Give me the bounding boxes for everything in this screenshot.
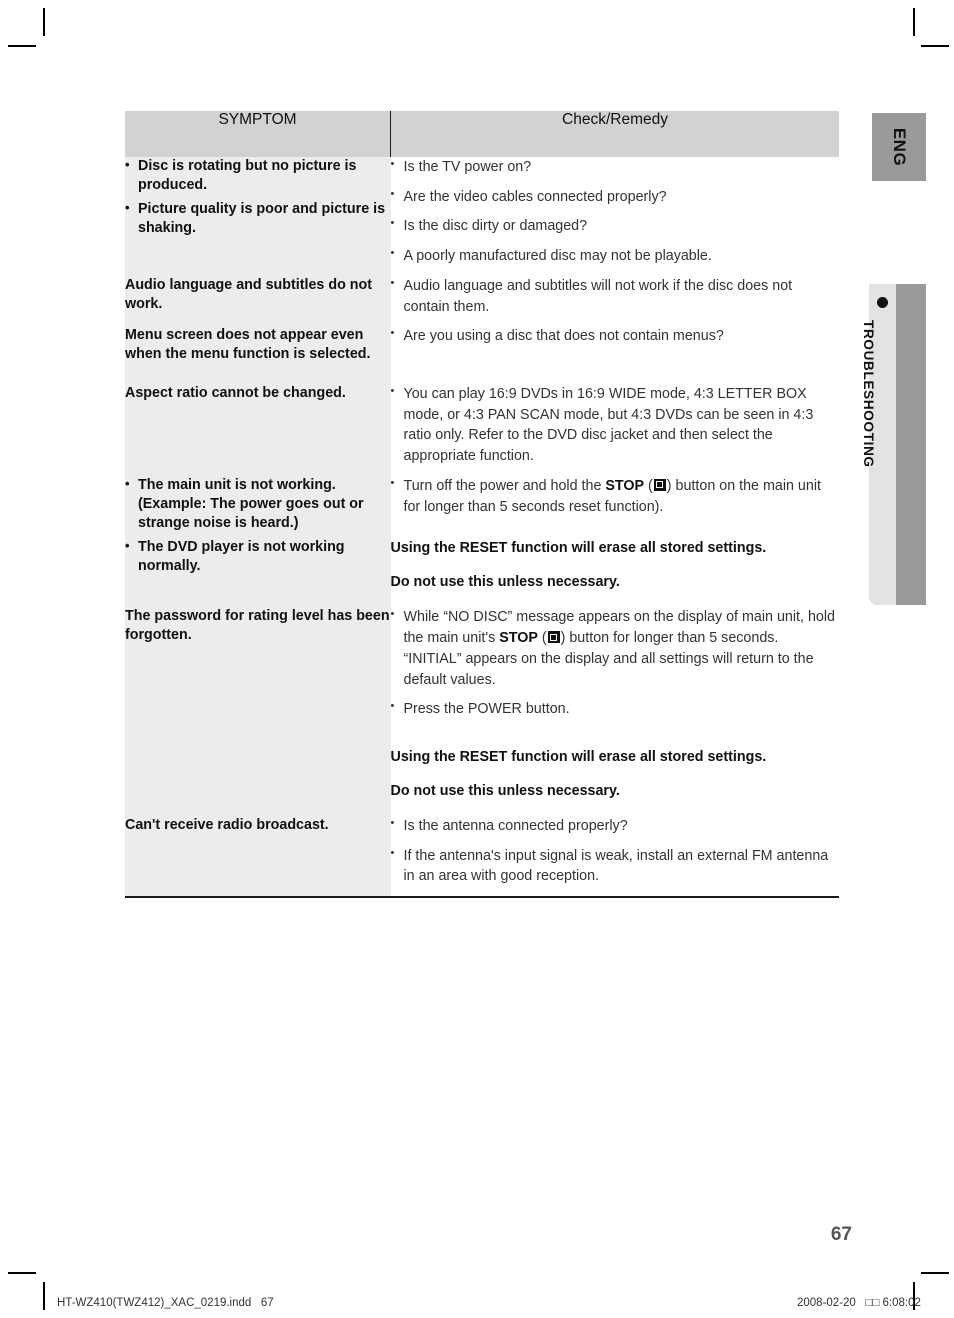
table-row: Menu screen does not appear even when th… bbox=[125, 326, 840, 385]
reset-warning-line1: Using the RESET function will erase all … bbox=[390, 748, 767, 765]
reset-warning-line1: Using the RESET function will erase all … bbox=[390, 540, 767, 557]
table-row: Disc is rotating but no picture is produ… bbox=[125, 156, 840, 276]
list-item: The DVD player is not working normally. bbox=[125, 537, 391, 576]
list-item: While “NO DISC” message appears on the d… bbox=[391, 607, 840, 690]
symptom-text: The password for rating level has been f… bbox=[125, 608, 390, 644]
crop-mark-top-right-vertical bbox=[913, 8, 915, 36]
symptom-cell: Can't receive radio broadcast. bbox=[125, 816, 391, 899]
list-item: Is the antenna connected properly? bbox=[391, 816, 840, 837]
symptom-list: Disc is rotating but no picture is produ… bbox=[125, 156, 391, 238]
table-row: Audio language and subtitles do not work… bbox=[125, 275, 840, 327]
list-item: Are the video cables connected properly? bbox=[391, 187, 840, 208]
table-row: The password for rating level has been f… bbox=[125, 607, 839, 816]
symptom-list: The main unit is not working. (Example: … bbox=[125, 475, 391, 576]
list-item: Disc is rotating but no picture is produ… bbox=[125, 156, 391, 195]
remedy-cell: You can play 16:9 DVDs in 16:9 WIDE mode… bbox=[390, 384, 840, 476]
crop-mark-top-left-vertical bbox=[43, 8, 45, 36]
symptom-cell: The password for rating level has been f… bbox=[125, 607, 391, 816]
remedy-cell: While “NO DISC” message appears on the d… bbox=[390, 607, 840, 816]
symptom-text: Aspect ratio cannot be changed. bbox=[125, 385, 346, 402]
list-item: Press the POWER button. bbox=[391, 699, 840, 720]
crop-mark-bottom-right-horizontal bbox=[921, 1272, 949, 1274]
section-tab-label: TROUBLESHOOTING bbox=[861, 320, 876, 468]
remedy-text-prefix: Turn off the power and hold the bbox=[403, 477, 606, 494]
list-item: Picture quality is poor and picture is s… bbox=[125, 199, 391, 238]
list-item: Is the disc dirty or damaged? bbox=[391, 216, 840, 237]
footer-filename: HT-WZ410(TWZ412)_XAC_0219.indd 67 bbox=[57, 1297, 274, 1309]
crop-mark-bottom-left-horizontal bbox=[8, 1272, 36, 1274]
remedy-list: While “NO DISC” message appears on the d… bbox=[391, 607, 840, 720]
column-header-symptom: SYMPTOM bbox=[125, 111, 391, 157]
remedy-cell: Turn off the power and hold the STOP () … bbox=[390, 475, 840, 608]
list-item: Turn off the power and hold the STOP () … bbox=[391, 476, 840, 517]
language-tab-label: ENG bbox=[890, 127, 909, 167]
remedy-list: Turn off the power and hold the STOP () … bbox=[391, 476, 840, 517]
table-row: Can't receive radio broadcast. Is the an… bbox=[125, 816, 840, 899]
remedy-cell: Is the TV power on? Are the video cables… bbox=[390, 157, 840, 276]
remedy-list: Is the antenna connected properly? If th… bbox=[391, 816, 840, 887]
crop-mark-bottom-left-vertical bbox=[43, 1282, 45, 1310]
crop-mark-top-left-horizontal bbox=[8, 45, 36, 47]
reset-warning-line2: Do not use this unless necessary. bbox=[390, 574, 620, 591]
page-number: 67 bbox=[830, 1224, 852, 1245]
symptom-text: Audio language and subtitles do not work… bbox=[125, 276, 373, 312]
remedy-cell: Is the antenna connected properly? If th… bbox=[390, 816, 840, 899]
reset-warning-line2: Do not use this unless necessary. bbox=[390, 782, 620, 799]
bullet-dot-icon bbox=[877, 297, 888, 308]
table-row: Aspect ratio cannot be changed. You can … bbox=[125, 384, 839, 476]
troubleshooting-table: SYMPTOM Check/Remedy Disc is rotating bu… bbox=[125, 111, 840, 899]
section-tab-troubleshooting: TROUBLESHOOTING bbox=[861, 284, 926, 605]
table-row: The main unit is not working. (Example: … bbox=[125, 475, 840, 608]
symptom-cell: Menu screen does not appear even when th… bbox=[125, 326, 391, 385]
list-item: A poorly manufactured disc may not be pl… bbox=[391, 246, 840, 267]
list-item: Are you using a disc that does not conta… bbox=[391, 326, 840, 347]
symptom-cell: The main unit is not working. (Example: … bbox=[125, 475, 391, 608]
stop-button-label: STOP bbox=[499, 630, 538, 647]
symptom-cell: Aspect ratio cannot be changed. bbox=[125, 384, 391, 476]
list-item: If the antenna's input signal is weak, i… bbox=[391, 846, 840, 887]
remedy-cell: Audio language and subtitles will not wo… bbox=[390, 275, 840, 327]
list-item: You can play 16:9 DVDs in 16:9 WIDE mode… bbox=[391, 384, 840, 467]
remedy-list: Is the TV power on? Are the video cables… bbox=[391, 157, 840, 267]
stop-button-label: STOP bbox=[605, 477, 645, 494]
list-item: Audio language and subtitles will not wo… bbox=[391, 276, 840, 317]
remedy-list: You can play 16:9 DVDs in 16:9 WIDE mode… bbox=[391, 384, 840, 467]
stop-square-icon bbox=[653, 478, 666, 491]
language-tab: ENG bbox=[872, 113, 926, 181]
footer-timestamp: 2008-02-20 □□ 6:08:02 bbox=[797, 1297, 921, 1309]
stop-square-icon bbox=[547, 631, 560, 644]
symptom-cell: Audio language and subtitles do not work… bbox=[125, 275, 391, 327]
symptom-text: Menu screen does not appear even when th… bbox=[125, 327, 371, 363]
table-header-row: SYMPTOM Check/Remedy bbox=[125, 111, 839, 157]
column-header-remedy: Check/Remedy bbox=[390, 111, 839, 157]
list-item: The main unit is not working. (Example: … bbox=[125, 475, 391, 533]
symptom-cell: Disc is rotating but no picture is produ… bbox=[125, 156, 391, 276]
remedy-list: Audio language and subtitles will not wo… bbox=[391, 276, 840, 317]
list-item: Is the TV power on? bbox=[391, 157, 840, 178]
remedy-list: Are you using a disc that does not conta… bbox=[391, 326, 840, 347]
symptom-text: Can't receive radio broadcast. bbox=[125, 817, 329, 833]
crop-mark-top-right-horizontal bbox=[921, 45, 949, 47]
remedy-cell: Are you using a disc that does not conta… bbox=[390, 326, 840, 385]
